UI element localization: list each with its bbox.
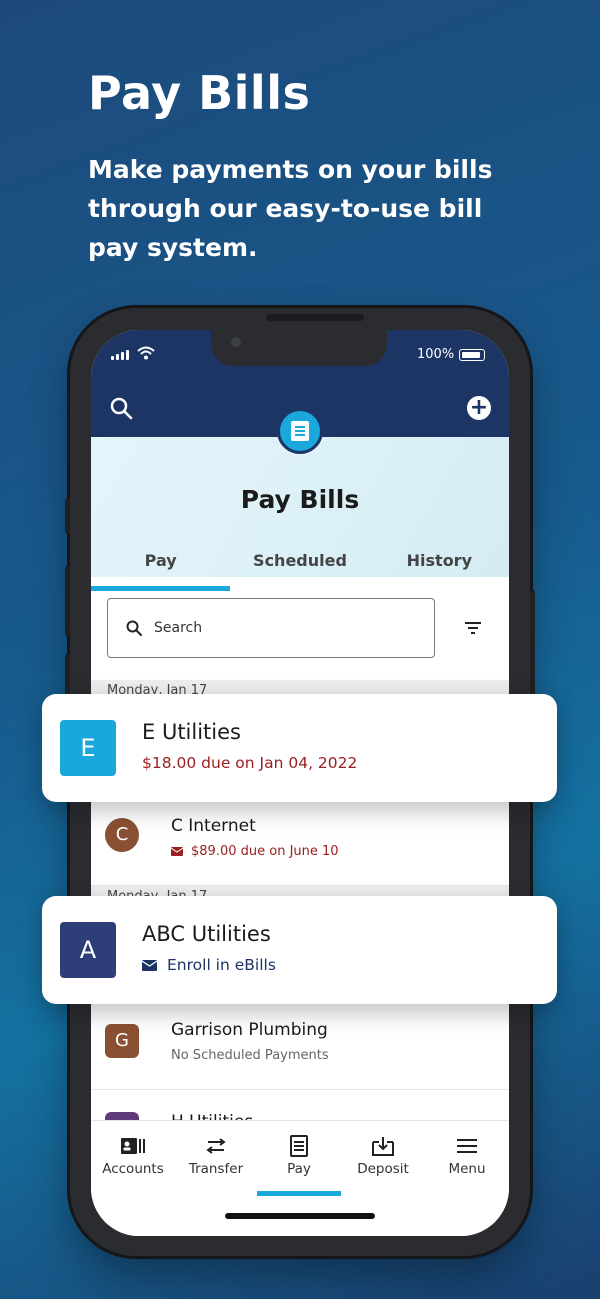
bill-name: Garrison Plumbing bbox=[171, 1020, 328, 1040]
deposit-icon bbox=[372, 1137, 394, 1156]
avatar: A bbox=[60, 922, 116, 978]
search-input[interactable]: Search bbox=[107, 598, 435, 658]
nav-menu[interactable]: Menu bbox=[425, 1135, 509, 1177]
hero-title: Pay Bills bbox=[88, 66, 311, 120]
page-header-band: Pay Bills Pay Scheduled History bbox=[91, 437, 509, 591]
enroll-ebills-link[interactable]: Enroll in eBills bbox=[142, 956, 276, 974]
bill-name: E Utilities bbox=[142, 720, 241, 744]
tab-bar: Pay Scheduled History bbox=[91, 547, 509, 591]
page-title: Pay Bills bbox=[240, 485, 360, 514]
nav-active-indicator bbox=[257, 1191, 341, 1196]
battery-percentage: 100% bbox=[417, 347, 455, 362]
nav-transfer[interactable]: Transfer bbox=[174, 1135, 258, 1177]
search-icon bbox=[126, 620, 142, 636]
signal-icon bbox=[111, 350, 129, 360]
list-item[interactable]: G Garrison Plumbing No Scheduled Payment… bbox=[91, 1006, 509, 1090]
bill-card-e-utilities[interactable]: E E Utilities $18.00 due on Jan 04, 2022 bbox=[42, 694, 557, 802]
avatar: E bbox=[60, 720, 116, 776]
bottom-nav: Accounts Transfer Pay Deposit Menu bbox=[91, 1120, 509, 1236]
tab-scheduled[interactable]: Scheduled bbox=[230, 547, 369, 585]
mail-icon bbox=[171, 847, 183, 856]
menu-icon bbox=[457, 1139, 477, 1153]
tab-pay[interactable]: Pay bbox=[91, 547, 231, 591]
search-placeholder: Search bbox=[154, 620, 203, 636]
bill-card-abc-utilities[interactable]: A ABC Utilities Enroll in eBills bbox=[42, 896, 557, 1004]
bill-name: C Internet bbox=[171, 816, 256, 836]
wifi-icon bbox=[137, 346, 155, 360]
search-icon[interactable] bbox=[109, 396, 133, 420]
avatar: C bbox=[105, 818, 139, 852]
list-item[interactable]: H H Utilities bbox=[91, 1090, 509, 1146]
bill-due: $89.00 due on June 10 bbox=[171, 844, 339, 859]
mute-switch bbox=[65, 498, 70, 534]
pay-icon bbox=[290, 1135, 308, 1157]
filter-icon[interactable] bbox=[463, 620, 483, 636]
bill-icon bbox=[277, 408, 323, 454]
nav-pay[interactable]: Pay bbox=[257, 1135, 341, 1177]
mail-icon bbox=[142, 959, 157, 971]
power-button bbox=[530, 590, 535, 700]
bill-name: ABC Utilities bbox=[142, 922, 271, 946]
notch bbox=[211, 330, 387, 366]
bill-due: $18.00 due on Jan 04, 2022 bbox=[142, 754, 358, 772]
nav-deposit[interactable]: Deposit bbox=[341, 1135, 425, 1177]
battery-icon bbox=[459, 349, 485, 361]
transfer-icon bbox=[206, 1138, 226, 1154]
avatar: G bbox=[105, 1024, 139, 1058]
list-item[interactable]: C C Internet $89.00 due on June 10 bbox=[91, 800, 509, 886]
accounts-icon bbox=[121, 1138, 145, 1154]
volume-up-button bbox=[65, 566, 70, 636]
hero-subtitle: Make payments on your bills through our … bbox=[88, 155, 493, 262]
nav-accounts[interactable]: Accounts bbox=[91, 1135, 175, 1177]
speaker-grille bbox=[266, 314, 364, 321]
tab-history[interactable]: History bbox=[370, 547, 509, 585]
home-indicator bbox=[225, 1213, 375, 1219]
bill-status: No Scheduled Payments bbox=[171, 1048, 329, 1063]
add-icon[interactable]: + bbox=[467, 396, 491, 420]
